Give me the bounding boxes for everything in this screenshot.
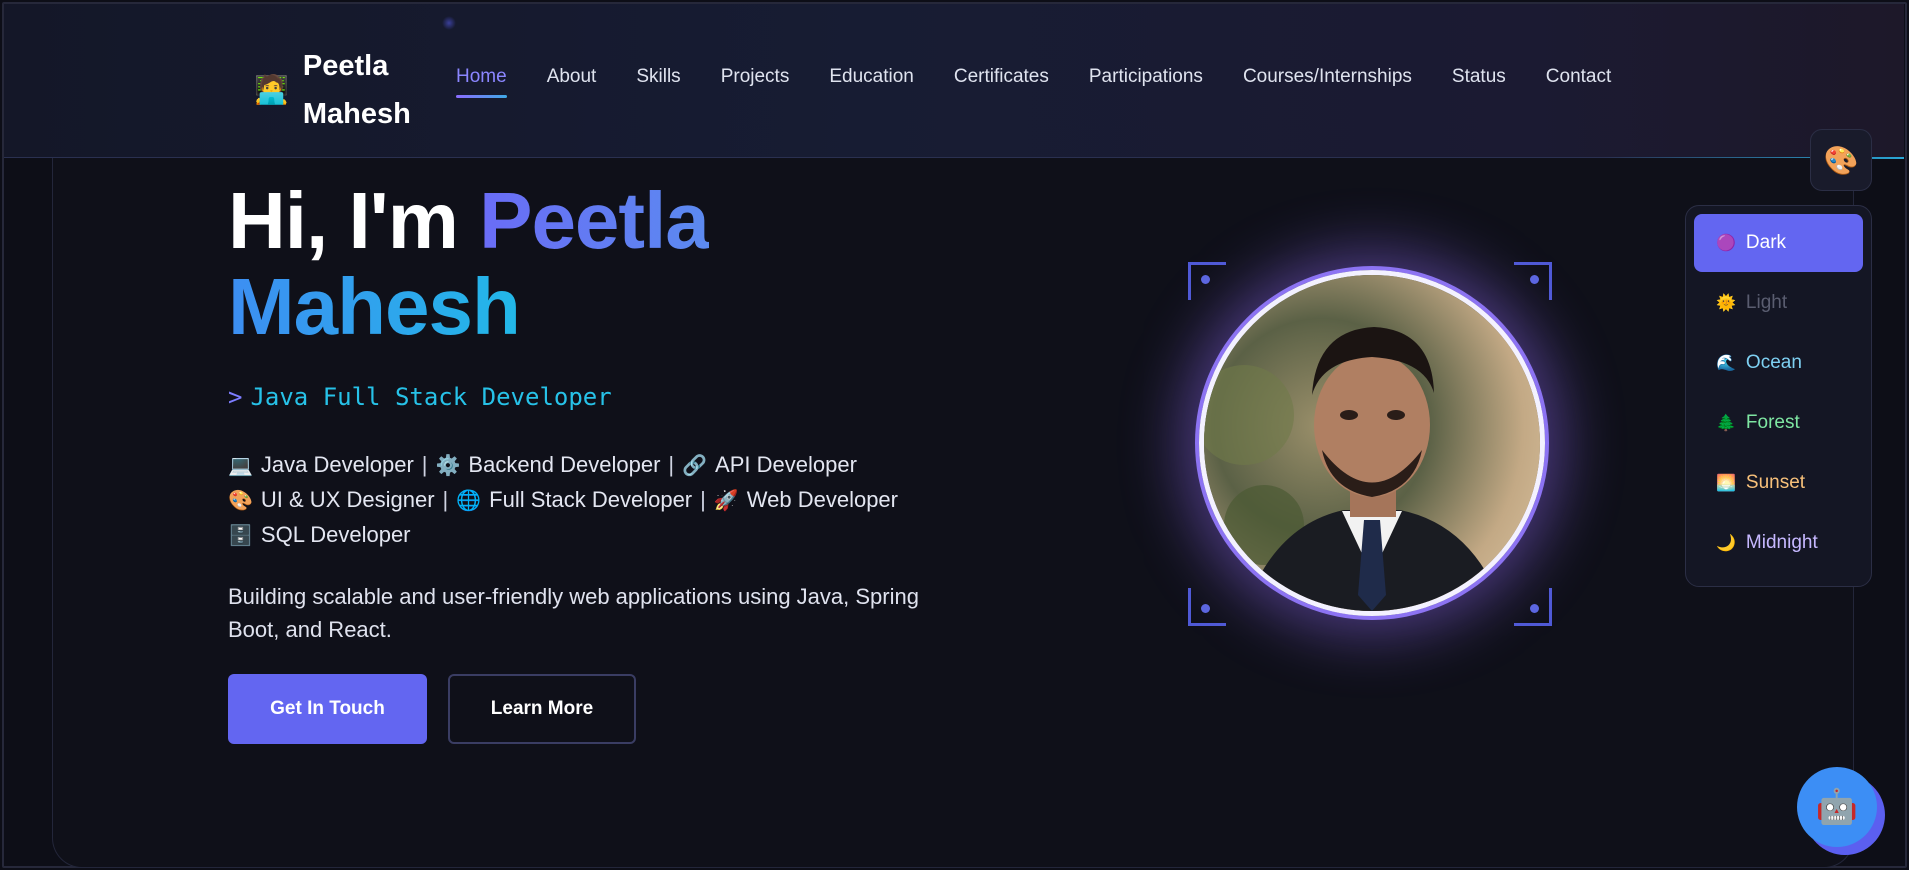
theme-option-dark[interactable]: 🟣 Dark — [1694, 214, 1863, 272]
theme-forest-icon: 🌲 — [1716, 415, 1736, 432]
nav-link-skills[interactable]: Skills — [636, 66, 680, 88]
chatbot-button[interactable]: 🤖 — [1797, 767, 1877, 847]
theme-option-label: Light — [1745, 292, 1788, 313]
skills-row: 💻 Java Developer | ⚙️ Backend Developer | 🔗 API… — [228, 448, 898, 483]
skill-icon: 🎨 — [228, 490, 253, 512]
theme-option-light[interactable]: 🌞 Light — [1694, 274, 1863, 332]
skill-label: SQL Developer — [260, 522, 411, 547]
nav-link-courses-internships[interactable]: Courses/Internships — [1243, 66, 1412, 88]
skills-row: 🎨 UI & UX Designer | 🌐 Full Stack Developer |… — [228, 483, 898, 518]
skill-separator: | — [421, 452, 428, 477]
skills-row: 🗄️ SQL Developer — [228, 518, 898, 553]
theme-option-label: Forest — [1745, 412, 1800, 433]
theme-option-label: Midnight — [1745, 532, 1818, 553]
skill-icon: 🌐 — [456, 490, 482, 512]
skill-icon: 💻 — [228, 455, 253, 477]
skills-list: 💻 Java Developer | ⚙️ Backend Developer | 🔗 API… — [228, 448, 898, 553]
theme-light-icon: 🌞 — [1716, 295, 1736, 312]
skill-label: Full Stack Developer — [489, 487, 693, 512]
learn-more-button[interactable]: Learn More — [448, 674, 636, 744]
theme-option-label: Sunset — [1745, 472, 1806, 493]
navbar: 🧑‍💻 Peetla Mahesh Home About Skills Project… — [4, 4, 1904, 159]
skill-icon: 🔗 — [682, 455, 708, 477]
theme-palette-button[interactable]: 🎨 — [1810, 129, 1872, 191]
theme-option-label: Dark — [1745, 232, 1787, 253]
theme-menu: 🟣 Dark 🌞 Light 🌊 Ocean 🌲 Forest 🌅 Sunset 🌙 Midnight — [1685, 205, 1872, 587]
skill-separator: | — [700, 487, 706, 512]
frame-corner — [1514, 588, 1552, 626]
theme-midnight-icon: 🌙 — [1716, 535, 1736, 552]
theme-option-label: Ocean — [1745, 352, 1802, 373]
brand-name: Peetla Mahesh — [302, 50, 411, 130]
get-in-touch-button[interactable]: Get In Touch — [228, 674, 427, 744]
skill-icon: 🚀 — [713, 490, 739, 512]
nav-link-status[interactable]: Status — [1452, 66, 1506, 88]
theme-option-forest[interactable]: 🌲 Forest — [1694, 394, 1863, 452]
brand[interactable]: 🧑‍💻 Peetla Mahesh — [254, 42, 433, 138]
theme-dark-icon: 🟣 — [1716, 235, 1736, 252]
decor-dot — [442, 16, 456, 30]
nav-link-home[interactable]: Home — [456, 66, 507, 98]
role-text: Java Full Stack Developer — [250, 383, 612, 411]
nav-link-certificates[interactable]: Certificates — [954, 66, 1049, 88]
skill-label: Web Developer — [746, 487, 898, 512]
nav-link-about[interactable]: About — [547, 66, 597, 88]
hero-name-last: Mahesh — [228, 262, 521, 351]
skill-separator: | — [668, 452, 675, 477]
theme-sunset-icon: 🌅 — [1716, 475, 1736, 492]
developer-icon: 🧑‍💻 — [254, 74, 289, 105]
skill-label: API Developer — [715, 452, 857, 477]
skill-label: UI & UX Designer — [260, 487, 435, 512]
frame-corner — [1514, 262, 1552, 300]
nav-link-projects[interactable]: Projects — [721, 66, 790, 88]
theme-option-ocean[interactable]: 🌊 Ocean — [1694, 334, 1863, 392]
hero-greeting: Hi, I'm — [228, 176, 459, 265]
skill-label: Java Developer — [260, 452, 414, 477]
profile-photo — [1199, 270, 1545, 616]
skill-label: Backend Developer — [468, 452, 661, 477]
skill-separator: | — [442, 487, 449, 512]
role-line: > Java Full Stack Developer — [228, 383, 612, 411]
nav-link-participations[interactable]: Participations — [1089, 66, 1203, 88]
theme-ocean-icon: 🌊 — [1716, 355, 1736, 372]
nav-link-contact[interactable]: Contact — [1546, 66, 1611, 88]
theme-option-sunset[interactable]: 🌅 Sunset — [1694, 454, 1863, 512]
skill-icon: 🗄️ — [228, 525, 253, 547]
frame-corner — [1188, 588, 1226, 626]
frame-corner — [1188, 262, 1226, 300]
hero-title: Hi, I'm Peetla Mahesh — [228, 176, 710, 351]
profile-photo-frame — [1188, 262, 1552, 626]
robot-icon: 🤖 — [1815, 788, 1859, 826]
nav-link-education[interactable]: Education — [829, 66, 914, 88]
skill-icon: ⚙️ — [435, 455, 461, 477]
nav-links: Home About Skills Projects Education Certific… — [456, 66, 1651, 98]
hero-name-first: Peetla — [479, 176, 710, 265]
theme-option-midnight[interactable]: 🌙 Midnight — [1694, 514, 1863, 572]
palette-icon: 🎨 — [1823, 144, 1859, 176]
profile-portrait-illustration — [1204, 275, 1540, 611]
prompt-symbol: > — [228, 383, 243, 411]
tagline: Building scalable and user-friendly web … — [228, 584, 919, 642]
